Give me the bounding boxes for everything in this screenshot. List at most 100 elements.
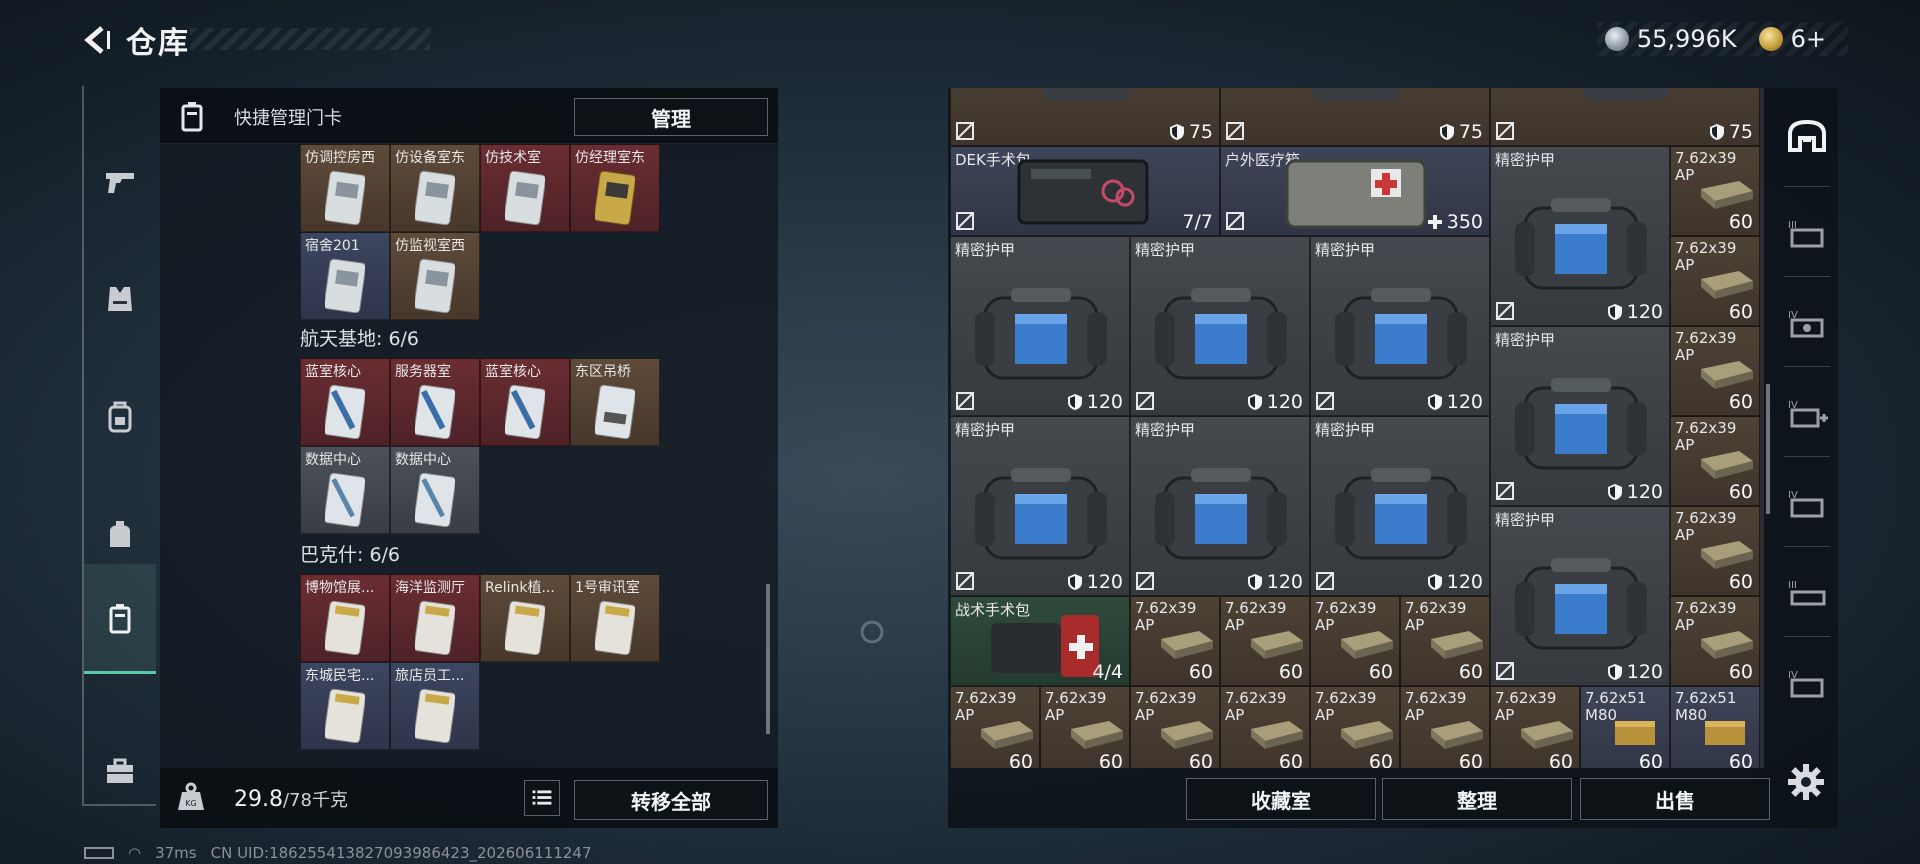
armor-item[interactable]: 精密护甲 120 — [1490, 146, 1670, 326]
nav-item-armor[interactable] — [84, 244, 156, 354]
keycard-icon — [415, 384, 455, 439]
keycard-icon — [595, 384, 635, 439]
medical-box-item[interactable]: 户外医疗箱 350 — [1220, 146, 1490, 236]
tactical-kit-item[interactable]: 战术手术包 4/4 — [950, 596, 1130, 686]
armor-vest-image — [1042, 88, 1130, 101]
keycard[interactable]: 服务器室 — [390, 358, 480, 446]
armor-item[interactable]: 精密护甲 120 — [1490, 326, 1670, 506]
manage-button[interactable]: 管理 — [574, 98, 768, 136]
container-tier4-icon: IV — [1788, 490, 1824, 518]
armor-item[interactable]: 精密护甲 120 — [950, 236, 1130, 416]
sell-button[interactable]: 出售 — [1580, 778, 1770, 820]
ammo-item[interactable]: 7.62x39 AP 60 — [1220, 686, 1310, 768]
ammo-item[interactable]: 7.62x39 AP 60 — [1670, 506, 1760, 596]
armor-item[interactable]: 精密护甲 120 — [1130, 416, 1310, 596]
ammo-item[interactable]: 7.62x39 AP 60 — [1130, 686, 1220, 768]
list-view-button[interactable] — [524, 780, 560, 816]
keycard-scrollbar[interactable] — [766, 584, 770, 734]
transfer-all-button[interactable]: 转移全部 — [574, 780, 768, 820]
ammo-item[interactable]: 7.62x39 AP 60 — [950, 686, 1040, 768]
ammo-item[interactable]: 7.62x51 M80 60 — [1580, 686, 1670, 768]
status-bar: ◠ 37ms CN UID:186255413827093986423_2026… — [84, 844, 592, 862]
ammo-item[interactable]: 7.62x39 AP 60 — [1670, 326, 1760, 416]
keycard-list[interactable]: 仿调控房西 仿设备室东 仿技术室 仿经理室东 宿舍201 仿监视室西 航天基地:… — [160, 144, 778, 768]
keycard[interactable]: 仿监视室西 — [390, 232, 480, 320]
back-arrow-icon[interactable] — [80, 22, 116, 58]
ammo-item[interactable]: 7.62x39 AP 60 — [1310, 686, 1400, 768]
armor-item[interactable]: 精密护甲 120 — [1310, 236, 1490, 416]
quick-manage-label: 快捷管理门卡 — [234, 108, 342, 129]
ammo-item[interactable]: 7.62x39 AP 60 — [1310, 596, 1400, 686]
ammo-item[interactable]: 7.62x39 AP 60 — [1670, 596, 1760, 686]
keycard[interactable]: 东城民宅... — [300, 662, 390, 750]
ammo-item[interactable]: 7.62x39 AP 60 — [1400, 596, 1490, 686]
keycard[interactable]: 宿舍201 — [300, 232, 390, 320]
nav-item-weapons[interactable] — [84, 126, 156, 236]
settings-gear-icon[interactable] — [1786, 762, 1826, 802]
storage-grid[interactable]: 75 75 75 DEK手术包 7/7 户外医疗箱 350 精密护甲 120 精密护甲 120 精… — [950, 88, 1764, 768]
ammo-item[interactable]: 7.62x39 AP 60 — [1040, 686, 1130, 768]
locked-icon — [1496, 302, 1514, 320]
back-nav[interactable]: 仓库 — [80, 18, 190, 62]
nav-storage-tier4c[interactable]: IV — [1778, 644, 1836, 724]
keycard[interactable]: 东区吊桥 — [570, 358, 660, 446]
ammo-item[interactable]: 7.62x39 AP 60 — [1400, 686, 1490, 768]
armor-item[interactable]: 精密护甲 120 — [1130, 236, 1310, 416]
keycard[interactable]: 1号审讯室 — [570, 574, 660, 662]
nav-divider — [1784, 366, 1830, 367]
storage-scrollbar[interactable] — [1766, 384, 1770, 514]
keycard[interactable]: 蓝室核心 — [300, 358, 390, 446]
nav-storage-main[interactable] — [1778, 96, 1836, 176]
nav-item-backpack[interactable] — [84, 362, 156, 472]
armor-item[interactable]: 75 — [950, 88, 1220, 146]
nav-storage-tier3[interactable]: III — [1778, 194, 1836, 274]
currency-bar: 55,996K 6+ — [1596, 22, 1848, 56]
nav-storage-tier4b[interactable]: IV — [1778, 464, 1836, 544]
nav-item-keycards[interactable] — [84, 564, 156, 674]
organize-button[interactable]: 整理 — [1382, 778, 1572, 820]
armor-item[interactable]: 75 — [1490, 88, 1760, 146]
keycard[interactable]: 蓝室核心 — [480, 358, 570, 446]
right-storage-nav: III IV IV IV III IV — [1778, 94, 1836, 794]
keycard[interactable]: Relink植... — [480, 574, 570, 662]
keycard[interactable]: 仿调控房西 — [300, 144, 390, 232]
armor-item[interactable]: 精密护甲 120 — [950, 416, 1130, 596]
keycard[interactable]: 旅店员工... — [390, 662, 480, 750]
ammo-box-image — [1161, 721, 1213, 749]
keycard[interactable]: 仿技术室 — [480, 144, 570, 232]
keycard[interactable]: 仿设备室东 — [390, 144, 480, 232]
armor-vest-image — [1515, 378, 1647, 470]
keycard[interactable]: 博物馆展... — [300, 574, 390, 662]
keycard[interactable]: 仿经理室东 — [570, 144, 660, 232]
armor-item[interactable]: 精密护甲 120 — [1310, 416, 1490, 596]
container-tier3-icon: III — [1788, 220, 1824, 248]
title-decoration — [190, 28, 430, 50]
ammo-item[interactable]: 7.62x39 AP 60 — [1220, 596, 1310, 686]
nav-divider — [1784, 636, 1830, 637]
nav-storage-medical[interactable]: IV — [1778, 374, 1836, 454]
nav-item-toolbox[interactable] — [84, 716, 156, 826]
keycard-panel-header: 快捷管理门卡 管理 — [160, 88, 778, 144]
nav-storage-tier4a[interactable]: IV — [1778, 284, 1836, 364]
ammo-item[interactable]: 7.62x51 M80 60 — [1670, 686, 1760, 768]
ammo-item[interactable]: 7.62x39 AP 60 — [1670, 236, 1760, 326]
ammo-item[interactable]: 7.62x39 AP 60 — [1130, 596, 1220, 686]
surgery-kit-item[interactable]: DEK手术包 7/7 — [950, 146, 1220, 236]
keycard[interactable]: 海洋监测厅 — [390, 574, 480, 662]
nav-divider — [1784, 546, 1830, 547]
armor-item[interactable]: 精密护甲 120 — [1490, 506, 1670, 686]
ammo-item[interactable]: 7.62x39 AP 60 — [1490, 686, 1580, 768]
locked-icon — [1316, 392, 1334, 410]
keycard[interactable]: 数据中心 — [300, 446, 390, 534]
armor-item[interactable]: 75 — [1220, 88, 1490, 146]
nav-storage-tier3b[interactable]: III — [1778, 554, 1836, 634]
bag-icon — [110, 521, 130, 547]
collection-room-button[interactable]: 收藏室 — [1186, 778, 1376, 820]
ammo-item[interactable]: 7.62x39 AP 60 — [1670, 416, 1760, 506]
ammo-box-image — [1701, 271, 1753, 299]
keycard[interactable]: 数据中心 — [390, 446, 480, 534]
container-tier4-icon: IV — [1788, 310, 1824, 338]
ammo-item[interactable]: 7.62x39 AP 60 — [1670, 146, 1760, 236]
locked-icon — [1136, 572, 1154, 590]
keycard-icon — [325, 384, 365, 439]
